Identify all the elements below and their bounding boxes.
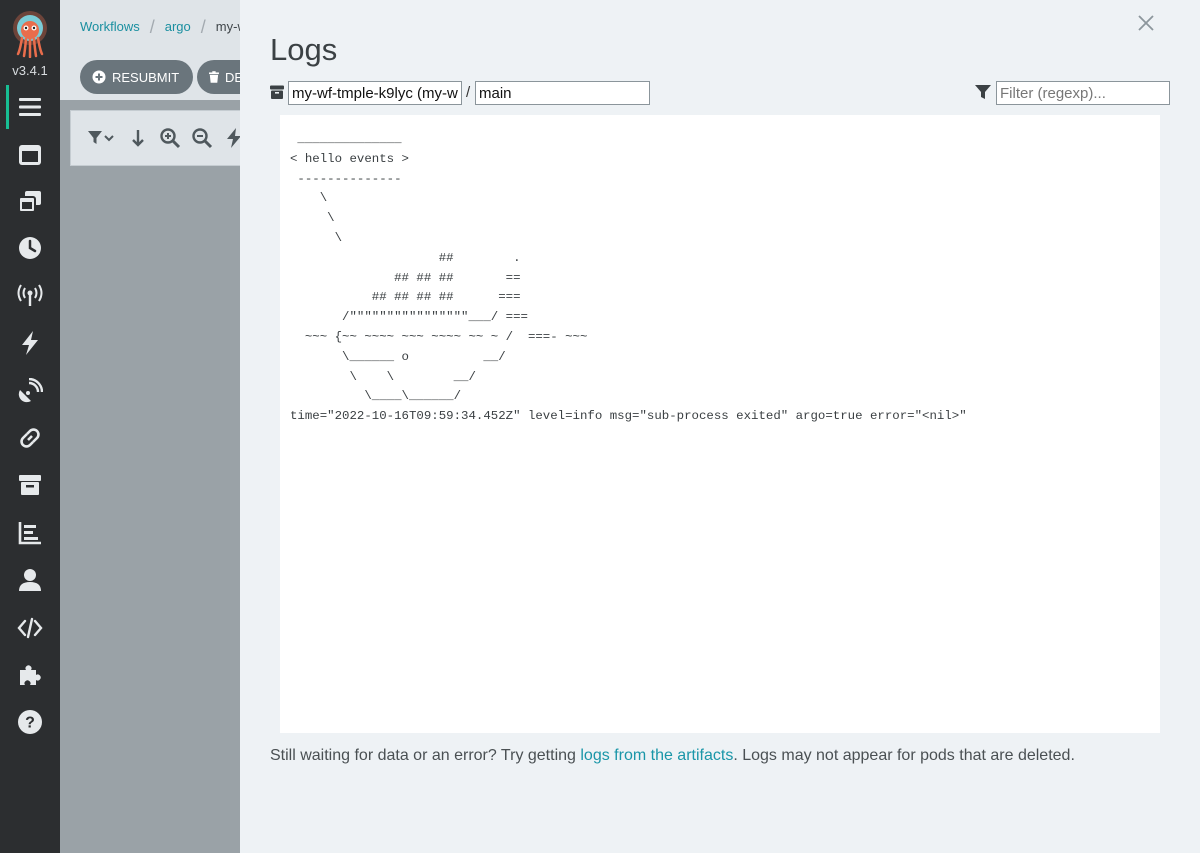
input-separator: / xyxy=(466,84,471,101)
puzzle-icon xyxy=(20,665,41,685)
help-icon: ? xyxy=(18,710,42,734)
breadcrumb-separator: / xyxy=(200,17,206,37)
close-icon[interactable] xyxy=(1137,14,1155,32)
log-output: ______________ < hello events > --------… xyxy=(290,132,967,424)
antenna-icon xyxy=(17,284,43,306)
chart-icon xyxy=(18,522,41,545)
nav-event-bus[interactable] xyxy=(0,416,60,460)
nav-workflow-templates[interactable] xyxy=(0,133,60,177)
user-icon xyxy=(19,569,41,591)
resubmit-button[interactable]: RESUBMIT xyxy=(80,60,194,94)
pod-select-input[interactable] xyxy=(288,81,462,105)
argo-logo-icon[interactable] xyxy=(10,10,50,58)
log-viewer[interactable]: ______________ < hello events > --------… xyxy=(280,115,1160,733)
logs-title: Logs xyxy=(270,32,338,67)
nav-archived-workflows[interactable] xyxy=(0,463,60,507)
code-icon xyxy=(17,617,43,639)
resubmit-label: RESUBMIT xyxy=(112,69,180,85)
box-icon xyxy=(270,85,284,99)
plus-circle-icon xyxy=(92,70,106,84)
footer-prefix: Still waiting for data or an error? Try … xyxy=(270,747,581,764)
nav-plugins[interactable] xyxy=(0,653,60,697)
nav-event-sources[interactable] xyxy=(0,273,60,317)
link-icon xyxy=(20,428,40,448)
nav-help[interactable]: ? xyxy=(0,700,60,744)
footer-suffix: . Logs may not appear for pods that are … xyxy=(733,747,1075,764)
nav-cron-workflows[interactable] xyxy=(0,226,60,270)
nav-sensors[interactable] xyxy=(0,321,60,365)
satellite-icon xyxy=(18,378,43,403)
stack-icon xyxy=(18,191,41,213)
container-input[interactable] xyxy=(475,81,650,105)
svg-text:?: ? xyxy=(25,715,35,732)
breadcrumb-separator: / xyxy=(149,17,155,37)
clock-icon xyxy=(19,237,41,259)
nav-event-flow[interactable] xyxy=(0,369,60,413)
window-icon xyxy=(19,145,41,165)
filter-dropdown-icon[interactable] xyxy=(87,127,117,149)
breadcrumb-workflows[interactable]: Workflows xyxy=(80,19,140,34)
logs-footer: Still waiting for data or an error? Try … xyxy=(270,747,1075,765)
zoom-in-icon[interactable] xyxy=(159,127,181,149)
arrow-down-icon[interactable] xyxy=(127,127,149,149)
trash-icon xyxy=(209,71,219,83)
menu-icon xyxy=(19,98,41,116)
breadcrumb: Workflows / argo / my-w xyxy=(80,17,247,38)
nav-reports[interactable] xyxy=(0,511,60,555)
filter-icon xyxy=(975,85,991,99)
artifact-logs-link[interactable]: logs from the artifacts xyxy=(580,747,733,764)
logs-drawer: Logs / ______________ < hello events > -… xyxy=(240,0,1200,853)
nav-user[interactable] xyxy=(0,558,60,602)
archive-icon xyxy=(19,475,41,495)
zoom-out-icon[interactable] xyxy=(191,127,213,149)
nav-cluster-templates[interactable] xyxy=(0,180,60,224)
version-label: v3.4.1 xyxy=(12,63,48,78)
filter-input[interactable] xyxy=(996,81,1170,105)
side-nav: v3.4.1 ? xyxy=(0,0,60,853)
nav-workflows[interactable] xyxy=(0,85,60,129)
breadcrumb-namespace[interactable]: argo xyxy=(165,19,191,34)
bolt-icon xyxy=(22,331,38,355)
nav-api-docs[interactable] xyxy=(0,606,60,650)
